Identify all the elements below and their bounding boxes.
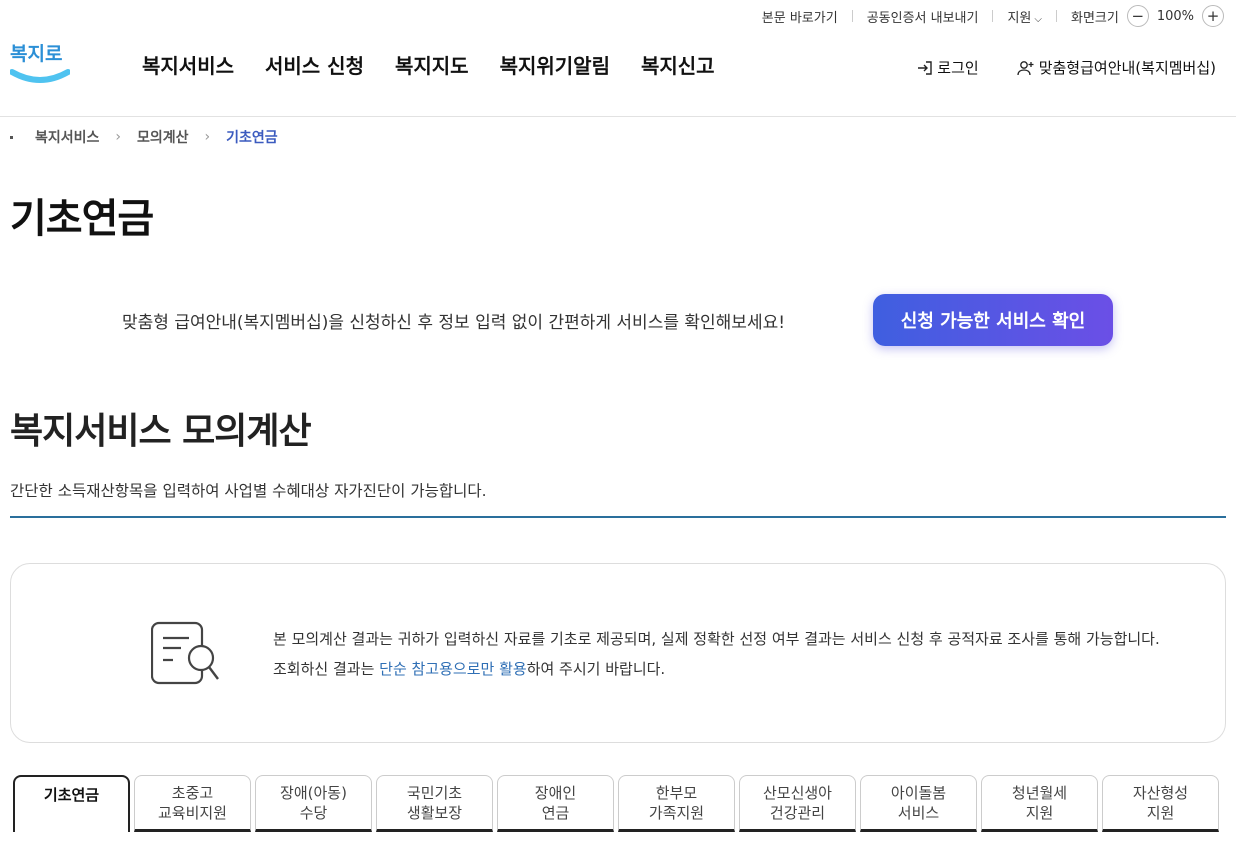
notice-box: 본 모의계산 결과는 귀하가 입력하신 자료를 기초로 제공되며, 실제 정확한… xyxy=(10,563,1226,743)
notice-highlight: 단순 참고용으로만 활용 xyxy=(379,660,527,678)
tab-label: 청년월세 xyxy=(1011,783,1068,802)
tab-label-line2: 건강관리 xyxy=(769,803,826,822)
breadcrumb-current: 기초연금 xyxy=(226,130,278,146)
tab-youth-rent[interactable]: 청년월세 지원 xyxy=(981,775,1098,832)
tab-label: 한부모 xyxy=(655,783,698,802)
tab-label: 산모신생아 xyxy=(762,783,832,802)
user-plus-icon xyxy=(1017,60,1034,75)
chevron-right-icon: › xyxy=(115,129,122,145)
chevron-right-icon: › xyxy=(204,129,211,145)
tab-education-support[interactable]: 초중고 교육비지원 xyxy=(134,775,251,832)
logo-text: 복지로 xyxy=(10,43,62,65)
membership-link[interactable]: 맞춤형급여안내(복지멤버십) xyxy=(1017,57,1216,78)
tab-label-line2: 지원 xyxy=(1025,803,1054,822)
zoom-in-button[interactable]: + xyxy=(1202,5,1224,27)
site-logo[interactable]: 복지로 xyxy=(9,36,71,88)
nav-item-welfare-map[interactable]: 복지지도 xyxy=(395,50,469,79)
tab-label-line2: 수당 xyxy=(299,803,328,822)
tab-label-line2: 연금 xyxy=(541,803,570,822)
section-title: 복지서비스 모의계산 xyxy=(10,411,312,452)
notice-text-part2: 하여 주시기 바랍니다. xyxy=(526,660,666,678)
header-divider xyxy=(0,116,1236,117)
section-divider xyxy=(10,516,1226,518)
breadcrumb: 복지서비스 › 모의계산 › 기초연금 xyxy=(10,127,278,147)
cert-export-link[interactable]: 공동인증서 내보내기 xyxy=(853,7,993,26)
tab-basic-pension[interactable]: 기초연금 xyxy=(13,775,130,832)
tab-single-parent[interactable]: 한부모 가족지원 xyxy=(618,775,735,832)
tab-disability-pension[interactable]: 장애인 연금 xyxy=(497,775,614,832)
zoom-control: 화면크기 − 100% + xyxy=(1057,5,1224,27)
breadcrumb-item[interactable]: 모의계산 xyxy=(137,127,189,147)
tab-childcare-service[interactable]: 아이돌봄 서비스 xyxy=(860,775,977,832)
membership-label: 맞춤형급여안내(복지멤버십) xyxy=(1038,59,1216,77)
chevron-down-icon: ⌵ xyxy=(1034,13,1042,25)
header-actions: 로그인 맞춤형급여안내(복지멤버십) xyxy=(917,57,1216,78)
logo-mark: 복지로 xyxy=(9,43,71,83)
tab-label: 장애(아동) xyxy=(280,783,347,802)
tab-label: 아이돌봄 xyxy=(890,783,947,802)
minus-icon: − xyxy=(1131,6,1145,25)
page-title: 기초연금 xyxy=(10,196,154,242)
plus-icon: + xyxy=(1206,6,1220,25)
skip-to-content-link[interactable]: 본문 바로가기 xyxy=(748,7,852,26)
login-label: 로그인 xyxy=(937,59,979,77)
tab-disability-allowance[interactable]: 장애(아동) 수당 xyxy=(255,775,372,832)
support-dropdown[interactable]: 지원 ⌵ xyxy=(993,7,1056,26)
tab-asset-building[interactable]: 자산형성 지원 xyxy=(1102,775,1219,832)
tab-label-line2: 교육비지원 xyxy=(157,803,227,822)
tab-maternity-care[interactable]: 산모신생아 건강관리 xyxy=(739,775,856,832)
tab-label: 국민기초 xyxy=(406,783,463,802)
tab-basic-livelihood[interactable]: 국민기초 생활보장 xyxy=(376,775,493,832)
tab-label: 초중고 xyxy=(171,783,214,802)
utility-bar: 본문 바로가기 공동인증서 내보내기 지원 ⌵ 화면크기 − 100% + xyxy=(748,4,1224,28)
promo-text: 맞춤형 급여안내(복지멤버십)을 신청하신 후 정보 입력 없이 간편하게 서비… xyxy=(122,313,786,333)
zoom-label: 화면크기 xyxy=(1070,10,1119,26)
tab-label-line2: 서비스 xyxy=(897,803,940,822)
login-link[interactable]: 로그인 xyxy=(917,57,979,78)
breadcrumb-item[interactable]: 복지서비스 xyxy=(35,127,99,147)
nav-item-welfare-report[interactable]: 복지신고 xyxy=(641,50,715,79)
tab-label-line2: 가족지원 xyxy=(648,803,705,822)
home-dot-icon xyxy=(10,135,13,139)
check-services-button[interactable]: 신청 가능한 서비스 확인 xyxy=(873,294,1113,346)
tab-label: 기초연금 xyxy=(43,786,100,804)
tab-label-line2: 지원 xyxy=(1146,803,1175,822)
tab-label: 자산형성 xyxy=(1132,783,1189,802)
login-icon xyxy=(918,60,932,75)
zoom-out-button[interactable]: − xyxy=(1126,5,1149,27)
nav-item-service-apply[interactable]: 서비스 신청 xyxy=(265,50,364,79)
document-search-icon xyxy=(151,621,219,685)
calc-tabs: 기초연금 초중고 교육비지원 장애(아동) 수당 국민기초 생활보장 장애인 연금 한부… xyxy=(13,775,1219,832)
zoom-value: 100% xyxy=(1156,8,1194,24)
tab-label: 장애인 xyxy=(534,783,577,802)
section-description: 간단한 소득재산항목을 입력하여 사업별 수혜대상 자가진단이 가능합니다. xyxy=(10,482,487,500)
support-label: 지원 xyxy=(1007,10,1032,26)
notice-text: 본 모의계산 결과는 귀하가 입력하신 자료를 기초로 제공되며, 실제 정확한… xyxy=(273,624,1173,684)
nav-item-crisis-alert[interactable]: 복지위기알림 xyxy=(500,50,610,79)
main-nav: 복지서비스 서비스 신청 복지지도 복지위기알림 복지신고 xyxy=(142,50,715,79)
tab-label-line2: 생활보장 xyxy=(406,803,463,822)
nav-item-welfare-services[interactable]: 복지서비스 xyxy=(142,50,234,79)
